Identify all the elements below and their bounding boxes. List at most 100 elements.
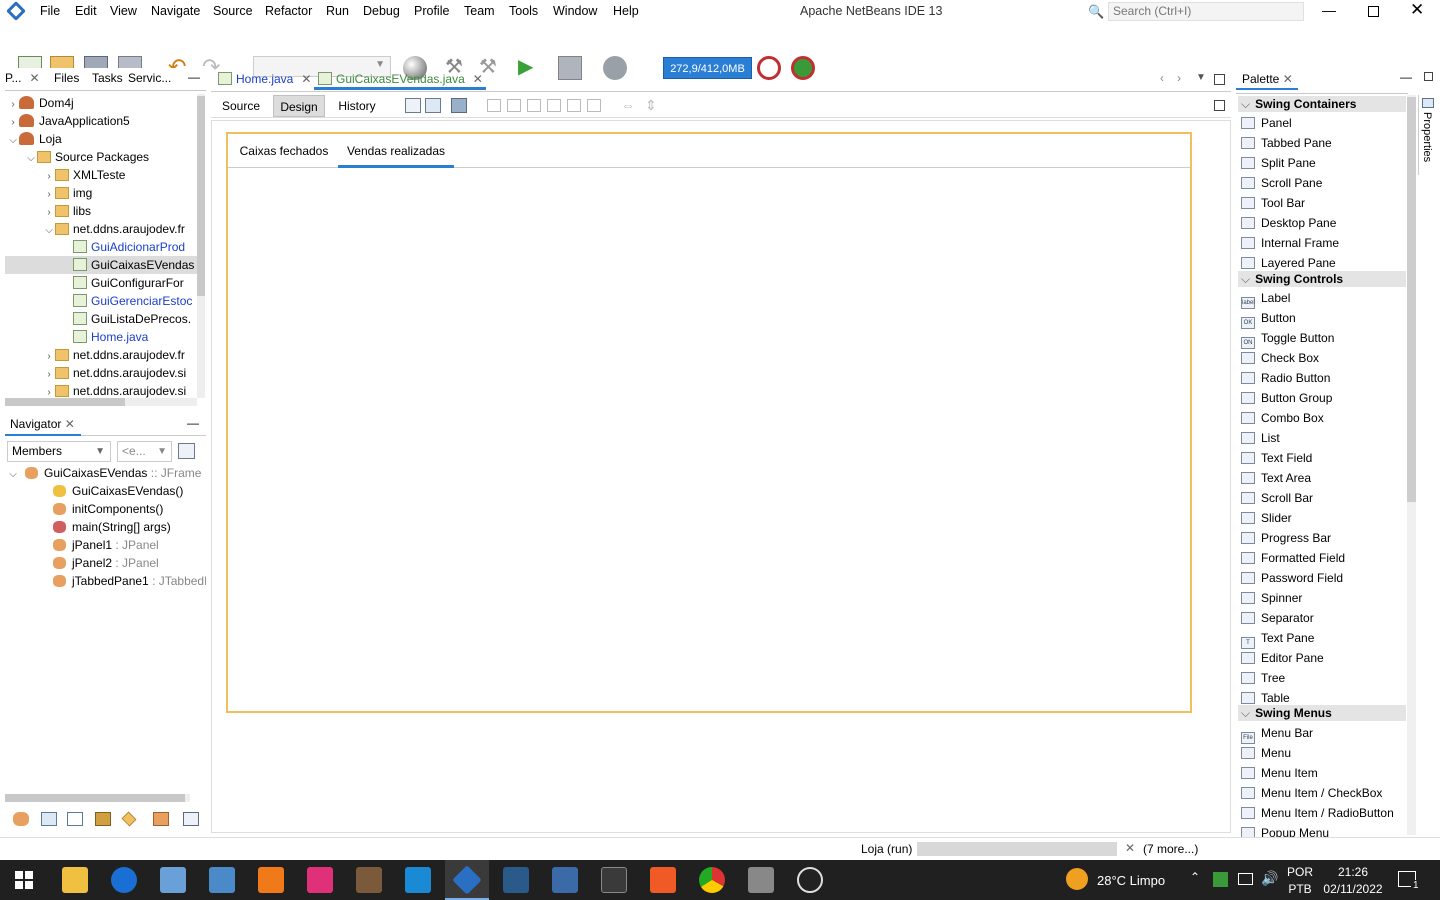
paint-icon[interactable] [160,867,186,893]
palette-item[interactable]: T Text Pane [1238,628,1406,649]
selection-mode-icon[interactable] [405,98,421,113]
weather-text[interactable]: 28°C Limpo [1097,873,1165,888]
palette-tab[interactable]: Palette ✕ [1236,68,1298,90]
palette-item[interactable]: Progress Bar [1238,528,1406,548]
menu-edit[interactable]: Edit [75,4,97,18]
minecraft-icon[interactable] [356,867,382,893]
expand-icon[interactable]: › [43,204,55,220]
jframe-form[interactable]: Caixas fechados Vendas realizadas [226,132,1192,713]
menu-source[interactable]: Source [213,4,253,18]
palette-item[interactable]: Menu Item / CheckBox [1238,783,1406,803]
palette-category[interactable]: ⌵ Swing Controls [1238,271,1406,287]
navigator-member-select[interactable]: <e... ▼ [117,441,172,462]
show-opened-docs-icon[interactable]: ▼ [1196,72,1206,83]
tree-node[interactable]: › libs [5,202,197,220]
palette-category[interactable]: ⌵ Swing Containers [1238,96,1406,112]
navigator-item[interactable]: GuiCaixasEVendas() [5,482,206,500]
scroll-tabs-right-icon[interactable]: › [1177,71,1181,85]
view-design[interactable]: Design [273,95,325,117]
tray-expand-icon[interactable]: ⌃ [1190,870,1200,884]
weather-icon[interactable] [1066,868,1088,890]
maximize-button[interactable] [1368,6,1379,17]
minimize-button[interactable]: — [1322,2,1336,18]
palette-category[interactable]: ⌵ Swing Menus [1238,705,1406,721]
palette-item[interactable]: Separator [1238,608,1406,628]
palette-item[interactable]: label Label [1238,288,1406,309]
close-palette-icon[interactable]: ✕ [1283,72,1293,86]
palette-item[interactable]: Tool Bar [1238,193,1406,213]
menu-navigate[interactable]: Navigate [151,4,200,18]
properties-side-tab[interactable]: Properties [1418,95,1438,175]
palette-item[interactable]: Radio Button [1238,368,1406,388]
palette-item[interactable]: Scroll Pane [1238,173,1406,193]
tree-node[interactable]: GuiAdicionarProd [5,238,197,256]
collapse-icon[interactable]: ⌵ [7,466,19,482]
menu-run[interactable]: Run [326,4,349,18]
tree-node[interactable]: › Dom4j [5,94,197,112]
expand-editor-icon[interactable] [1214,100,1225,111]
close-editor-tab-icon[interactable]: ✕ [473,72,483,86]
close-window-button[interactable]: ✕ [1410,0,1424,20]
filter-inherited-icon[interactable] [95,812,111,826]
palette-item[interactable]: Scroll Bar [1238,488,1406,508]
tree-node[interactable]: Home.java [5,328,197,346]
editor-tab-0[interactable]: Home.java ✕ [214,68,314,90]
navigator-hscrollbar[interactable] [5,794,190,802]
tree-node[interactable]: ⌵ Loja [5,130,197,148]
brave-icon[interactable] [650,867,676,893]
menu-file[interactable]: File [40,4,60,18]
tree-node[interactable]: › net.ddns.araujodev.si [5,382,197,398]
connection-mode-icon[interactable] [425,98,441,113]
navigator-options-icon[interactable] [178,443,195,459]
maximize-right-panel-icon[interactable] [1424,72,1433,81]
expand-icon[interactable]: › [43,348,55,364]
expand-icon[interactable]: › [43,168,55,184]
navigator-item[interactable]: initComponents() [5,500,206,518]
input-language[interactable]: POR PTB [1287,864,1313,898]
clock[interactable]: 21:26 02/11/2022 [1322,864,1384,898]
palette-item[interactable]: Spinner [1238,588,1406,608]
view-source[interactable]: Source [215,95,267,117]
tree-node[interactable]: ⌵ net.ddns.araujodev.fr [5,220,197,238]
collapse-icon[interactable]: ⌵ [25,150,37,166]
palette-item[interactable]: OK Button [1238,308,1406,329]
left-tab-3[interactable]: Servic... [128,71,171,85]
expand-icon[interactable]: › [43,186,55,202]
palette-item[interactable]: Layered Pane [1238,253,1406,273]
expand-icon[interactable]: › [43,366,55,382]
center-vertical-icon[interactable] [587,99,601,112]
sort-name-icon[interactable] [153,812,169,826]
menu-profile[interactable]: Profile [414,4,449,18]
expand-icon[interactable]: › [7,114,19,130]
align-right-icon[interactable] [507,99,521,112]
palette-item[interactable]: Menu Item [1238,763,1406,783]
form-tab-1[interactable]: Vendas realizadas [338,140,454,168]
navigator-item[interactable]: jTabbedPane1 : JTabbedPa [5,572,206,590]
network-tool-icon[interactable] [552,867,578,893]
filter-fields-icon[interactable] [13,812,29,826]
tree-node[interactable]: › net.ddns.araujodev.si [5,364,197,382]
close-navigator-icon[interactable]: ✕ [65,417,75,431]
menu-window[interactable]: Window [553,4,597,18]
cmd-icon[interactable] [601,867,627,893]
palette-item[interactable]: Text Field [1238,448,1406,468]
insomnia-icon[interactable] [307,867,333,893]
cancel-task-icon[interactable]: ✕ [1125,841,1135,855]
form-tab-0[interactable]: Caixas fechados [230,140,338,162]
minimize-palette-icon[interactable]: — [1400,70,1412,84]
obs-icon[interactable] [797,867,823,893]
palette-item[interactable]: Formatted Field [1238,548,1406,568]
resize-horizontal-icon[interactable]: ⇔ [621,97,635,113]
tree-node[interactable]: GuiCaixasEVendas [5,256,197,274]
close-tab-icon[interactable]: ✕ [29,71,39,85]
teamviewer-icon[interactable] [111,867,137,893]
palette-item[interactable]: File Menu Bar [1238,723,1406,744]
palette-item[interactable]: Tabbed Pane [1238,133,1406,153]
palette-item[interactable]: Tree [1238,668,1406,688]
left-tab-1[interactable]: Files [54,71,79,85]
palette-item[interactable]: Text Area [1238,468,1406,488]
more-tasks-link[interactable]: (7 more...) [1143,842,1198,856]
close-editor-tab-icon[interactable]: ✕ [301,72,311,86]
chrome-icon[interactable] [699,867,725,893]
tree-node[interactable]: › XMLTeste [5,166,197,184]
